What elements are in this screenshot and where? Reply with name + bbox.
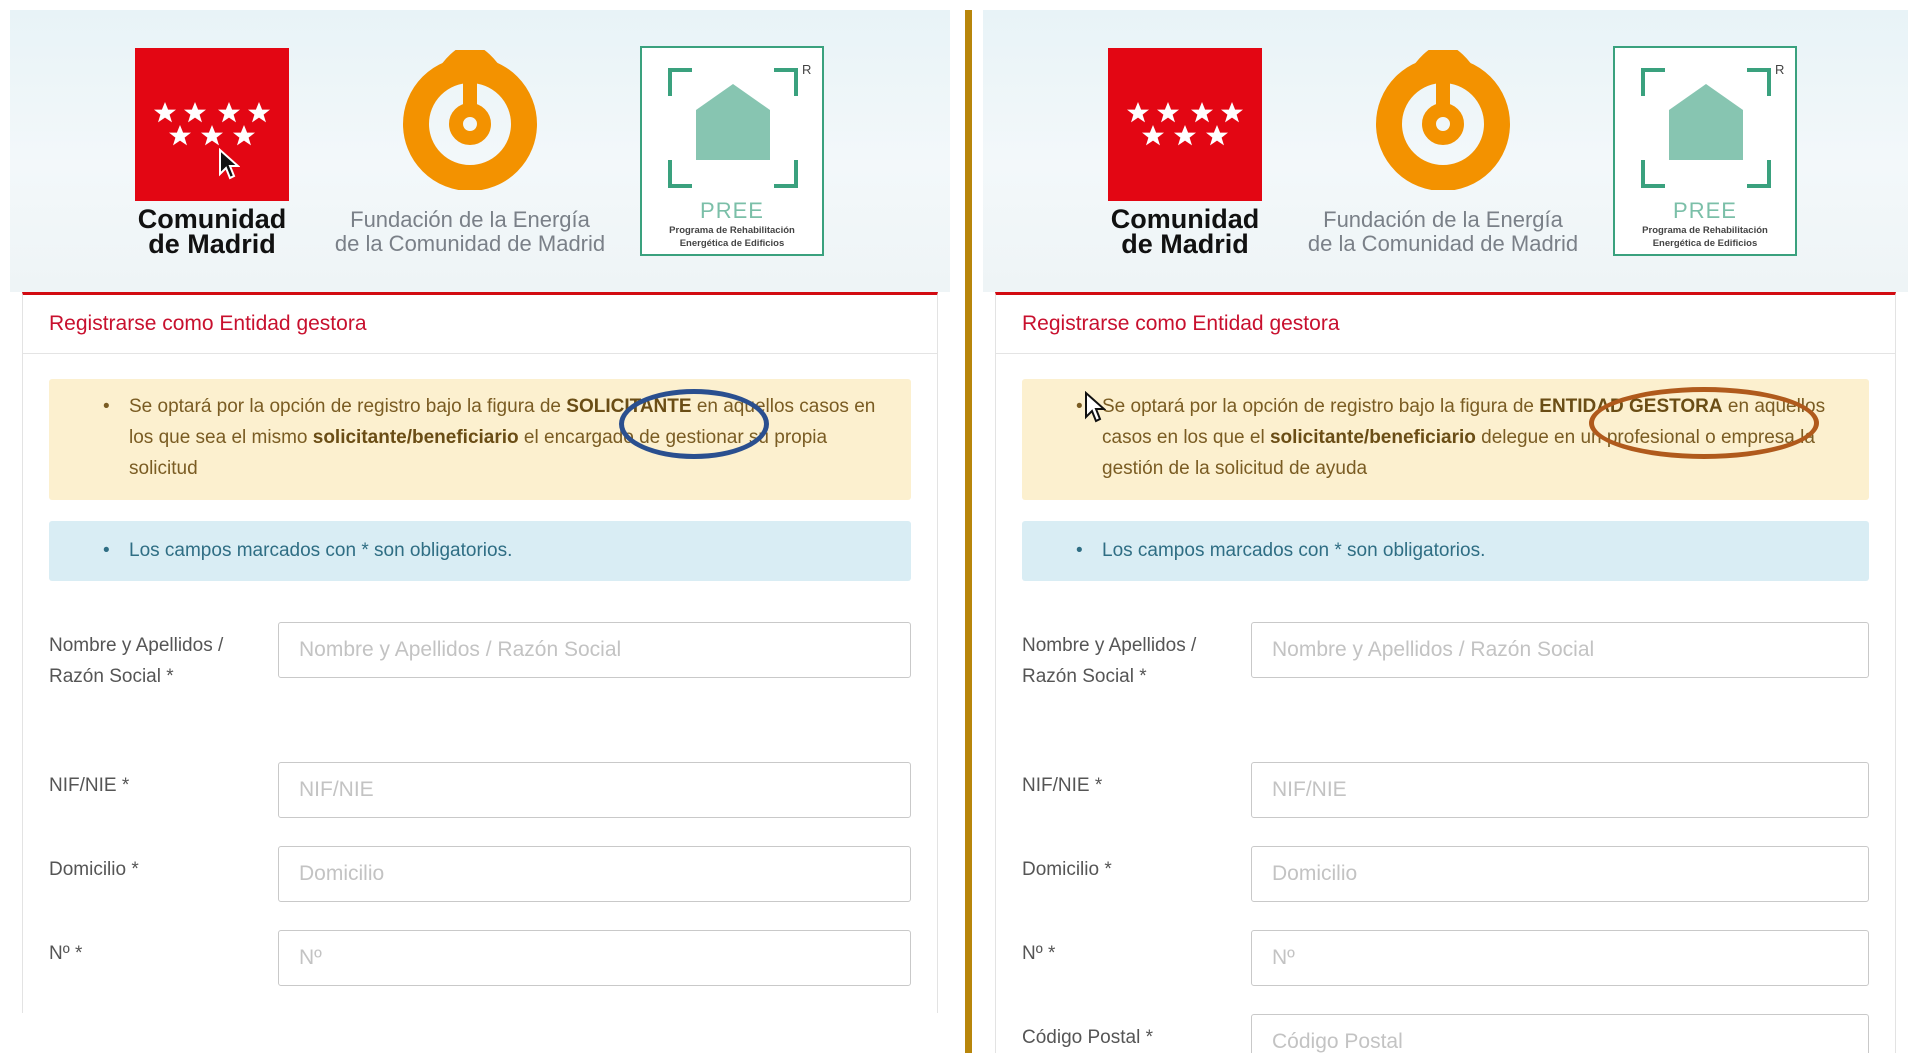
nombre-input[interactable] [278, 622, 911, 678]
info-alert: • Los campos marcados con * son obligato… [1022, 521, 1869, 581]
house-icon: R [668, 62, 811, 188]
codigo-postal-input[interactable] [1251, 1014, 1869, 1053]
panel-divider [965, 10, 972, 1053]
panel-entidad-gestora: Comunidad de Madrid Fundación de la Ener… [983, 10, 1908, 1053]
pree-subtitle-2: Energética de Edificios [1652, 238, 1758, 249]
annotation-ellipse-blue [619, 389, 769, 459]
fundacion-ring-icon [1376, 50, 1510, 190]
field-row-numero: Nº * [49, 930, 911, 990]
pree-subtitle-2: Energética de Edificios [679, 238, 785, 249]
mouse-cursor-icon [219, 148, 240, 180]
fundacion-line1: Fundación de la Energía [1323, 207, 1563, 232]
card-title: Registrarse como Entidad gestora [23, 295, 937, 354]
warning-bold: solicitante/beneficiario [1269, 427, 1476, 448]
field-row-nif: NIF/NIE * [49, 762, 911, 822]
comunidad-line2: de Madrid [148, 229, 276, 259]
field-label: Domicilio * [1022, 859, 1112, 880]
field-label: Nº * [1022, 943, 1056, 964]
field-row-domicilio: Domicilio * [49, 846, 911, 906]
mouse-cursor-icon [1085, 391, 1106, 423]
fundacion-energia-logo: Fundación de la Energía de la Comunidad … [1293, 50, 1593, 256]
card-title: Registrarse como Entidad gestora [996, 295, 1895, 354]
pree-subtitle-1: Programa de Rehabilitación [669, 225, 795, 236]
field-row-numero: Nº * [1022, 930, 1869, 990]
field-label: Nombre y Apellidos / Razón Social * [49, 635, 224, 687]
pree-mark: R [802, 62, 811, 77]
comunidad-madrid-logo: Comunidad de Madrid [135, 48, 295, 259]
warning-text-1: Se optará por la opción de registro bajo… [1102, 396, 1540, 417]
house-icon: R [1641, 62, 1784, 188]
pree-logo: R PREE Programa de Rehabilitación Energé… [640, 46, 824, 256]
field-label: Código Postal * [1022, 1027, 1153, 1048]
pree-subtitle-1: Programa de Rehabilitación [1642, 225, 1768, 236]
field-row-nombre: Nombre y Apellidos / Razón Social * [1022, 622, 1869, 722]
domicilio-input[interactable] [278, 846, 911, 902]
nombre-input[interactable] [1251, 622, 1869, 678]
nif-input[interactable] [278, 762, 911, 818]
nif-input[interactable] [1251, 762, 1869, 818]
info-text: Los campos marcados con * son obligatori… [129, 540, 513, 561]
pree-word: PREE [700, 198, 764, 223]
pree-word: PREE [1673, 198, 1737, 223]
field-row-nombre: Nombre y Apellidos / Razón Social * [49, 622, 911, 722]
registration-card: Registrarse como Entidad gestora • Se op… [995, 292, 1896, 1053]
fundacion-line2: de la Comunidad de Madrid [334, 231, 606, 256]
info-text: Los campos marcados con * son obligatori… [1102, 540, 1486, 561]
field-label: Nº * [49, 943, 83, 964]
annotation-ellipse-brown [1589, 387, 1819, 459]
pree-logo: R PREE Programa de Rehabilitación Energé… [1613, 46, 1797, 256]
warning-text-1: Se optará por la opción de registro bajo… [129, 396, 567, 417]
field-label: Nombre y Apellidos / Razón Social * [1022, 635, 1197, 687]
comunidad-line2: de Madrid [1121, 229, 1249, 259]
field-row-nif: NIF/NIE * [1022, 762, 1869, 822]
fundacion-line1: Fundación de la Energía [350, 207, 590, 232]
header-logos: Comunidad de Madrid Fundación de la Ener… [10, 10, 950, 292]
field-label: Domicilio * [49, 859, 139, 880]
field-label: NIF/NIE * [49, 775, 130, 796]
fundacion-line2: de la Comunidad de Madrid [1307, 231, 1579, 256]
numero-input[interactable] [1251, 930, 1869, 986]
comunidad-madrid-flag [135, 48, 289, 201]
comunidad-madrid-flag [1108, 48, 1262, 201]
numero-input[interactable] [278, 930, 911, 986]
header-logos: Comunidad de Madrid Fundación de la Ener… [983, 10, 1908, 292]
field-row-domicilio: Domicilio * [1022, 846, 1869, 906]
panel-solicitante: Comunidad de Madrid Fundación de la Ener… [10, 10, 950, 1013]
pree-mark: R [1775, 62, 1784, 77]
fundacion-ring-icon [403, 50, 537, 190]
fundacion-energia-logo: Fundación de la Energía de la Comunidad … [320, 50, 620, 256]
stars-icon [154, 102, 270, 146]
info-alert: • Los campos marcados con * son obligato… [49, 521, 911, 581]
domicilio-input[interactable] [1251, 846, 1869, 902]
field-row-codigo-postal: Código Postal * [1022, 1014, 1869, 1053]
warning-alert: • Se optará por la opción de registro ba… [49, 379, 911, 500]
warning-bold: solicitante/beneficiario [312, 427, 519, 448]
registration-card: Registrarse como Entidad gestora • Se op… [22, 292, 938, 1013]
comunidad-madrid-logo: Comunidad de Madrid [1108, 48, 1268, 259]
stars-icon [1127, 102, 1243, 146]
field-label: NIF/NIE * [1022, 775, 1103, 796]
